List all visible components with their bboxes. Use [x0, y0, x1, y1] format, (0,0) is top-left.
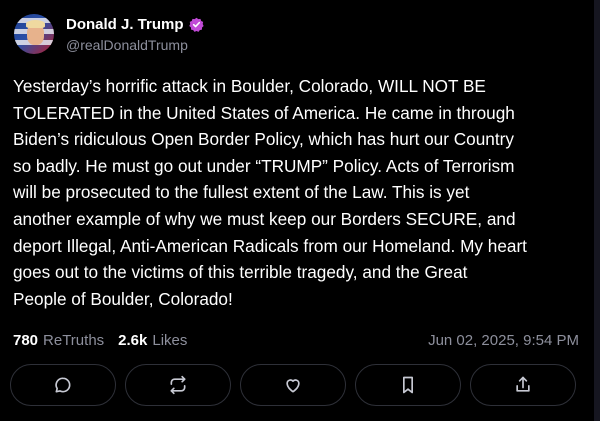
- truth-post-card: Donald J. Trump @realDonaldTrump Yesterd…: [0, 0, 600, 421]
- post-stats: 780 ReTruths 2.6k Likes: [13, 332, 201, 349]
- likes-label: Likes: [152, 332, 188, 349]
- post-header: Donald J. Trump @realDonaldTrump: [14, 14, 204, 54]
- display-name[interactable]: Donald J. Trump: [66, 16, 184, 33]
- reply-button[interactable]: [10, 364, 116, 406]
- likes-stat[interactable]: 2.6k Likes: [118, 332, 187, 349]
- repost-icon: [170, 375, 186, 395]
- like-button[interactable]: [240, 364, 346, 406]
- comment-icon: [55, 377, 71, 393]
- bookmark-button[interactable]: [355, 364, 461, 406]
- scrollbar-track: [594, 0, 600, 421]
- heart-icon: [286, 379, 300, 393]
- bookmark-icon: [403, 376, 413, 394]
- post-timestamp[interactable]: Jun 02, 2025, 9:54 PM: [428, 332, 579, 349]
- action-bar: [10, 364, 576, 406]
- retruths-stat[interactable]: 780 ReTruths: [13, 332, 104, 349]
- avatar[interactable]: [14, 14, 54, 54]
- retruths-label: ReTruths: [43, 332, 105, 349]
- display-name-row: Donald J. Trump: [66, 16, 204, 33]
- likes-count: 2.6k: [118, 332, 148, 349]
- share-icon: [516, 376, 530, 392]
- author-handle[interactable]: @realDonaldTrump: [66, 37, 204, 53]
- avatar-hair: [26, 20, 45, 28]
- share-button[interactable]: [470, 364, 576, 406]
- author-info: Donald J. Trump @realDonaldTrump: [66, 16, 204, 53]
- retruths-count: 780: [13, 332, 39, 349]
- post-body-text: Yesterday’s horrific attack in Boulder, …: [13, 76, 527, 309]
- verified-badge-icon: [188, 17, 204, 32]
- retruth-button[interactable]: [125, 364, 231, 406]
